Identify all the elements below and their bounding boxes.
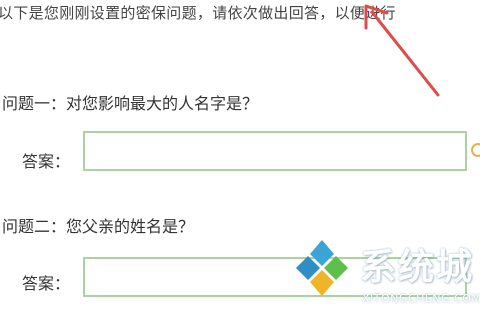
answer-1-label: 答案： (22, 152, 71, 171)
watermark-subtitle: XITONGCHENG.COM (362, 292, 480, 305)
watermark-logo-icon (296, 240, 348, 296)
watermark: 系统城 XITONGCHENG.COM (290, 232, 480, 320)
question-1-label: 问题一：对您影响最大的人名字是？ (2, 94, 259, 113)
answer-2-label: 答案： (22, 274, 71, 293)
intro-text: 以下是您刚刚设置的密保问题，请依次做出回答，以便进行 (0, 4, 396, 22)
question-2-label: 问题二：您父亲的姓名是？ (2, 217, 195, 236)
answer-1-input[interactable] (83, 131, 467, 171)
watermark-title: 系统城 (360, 246, 475, 288)
hint-icon (471, 143, 480, 157)
